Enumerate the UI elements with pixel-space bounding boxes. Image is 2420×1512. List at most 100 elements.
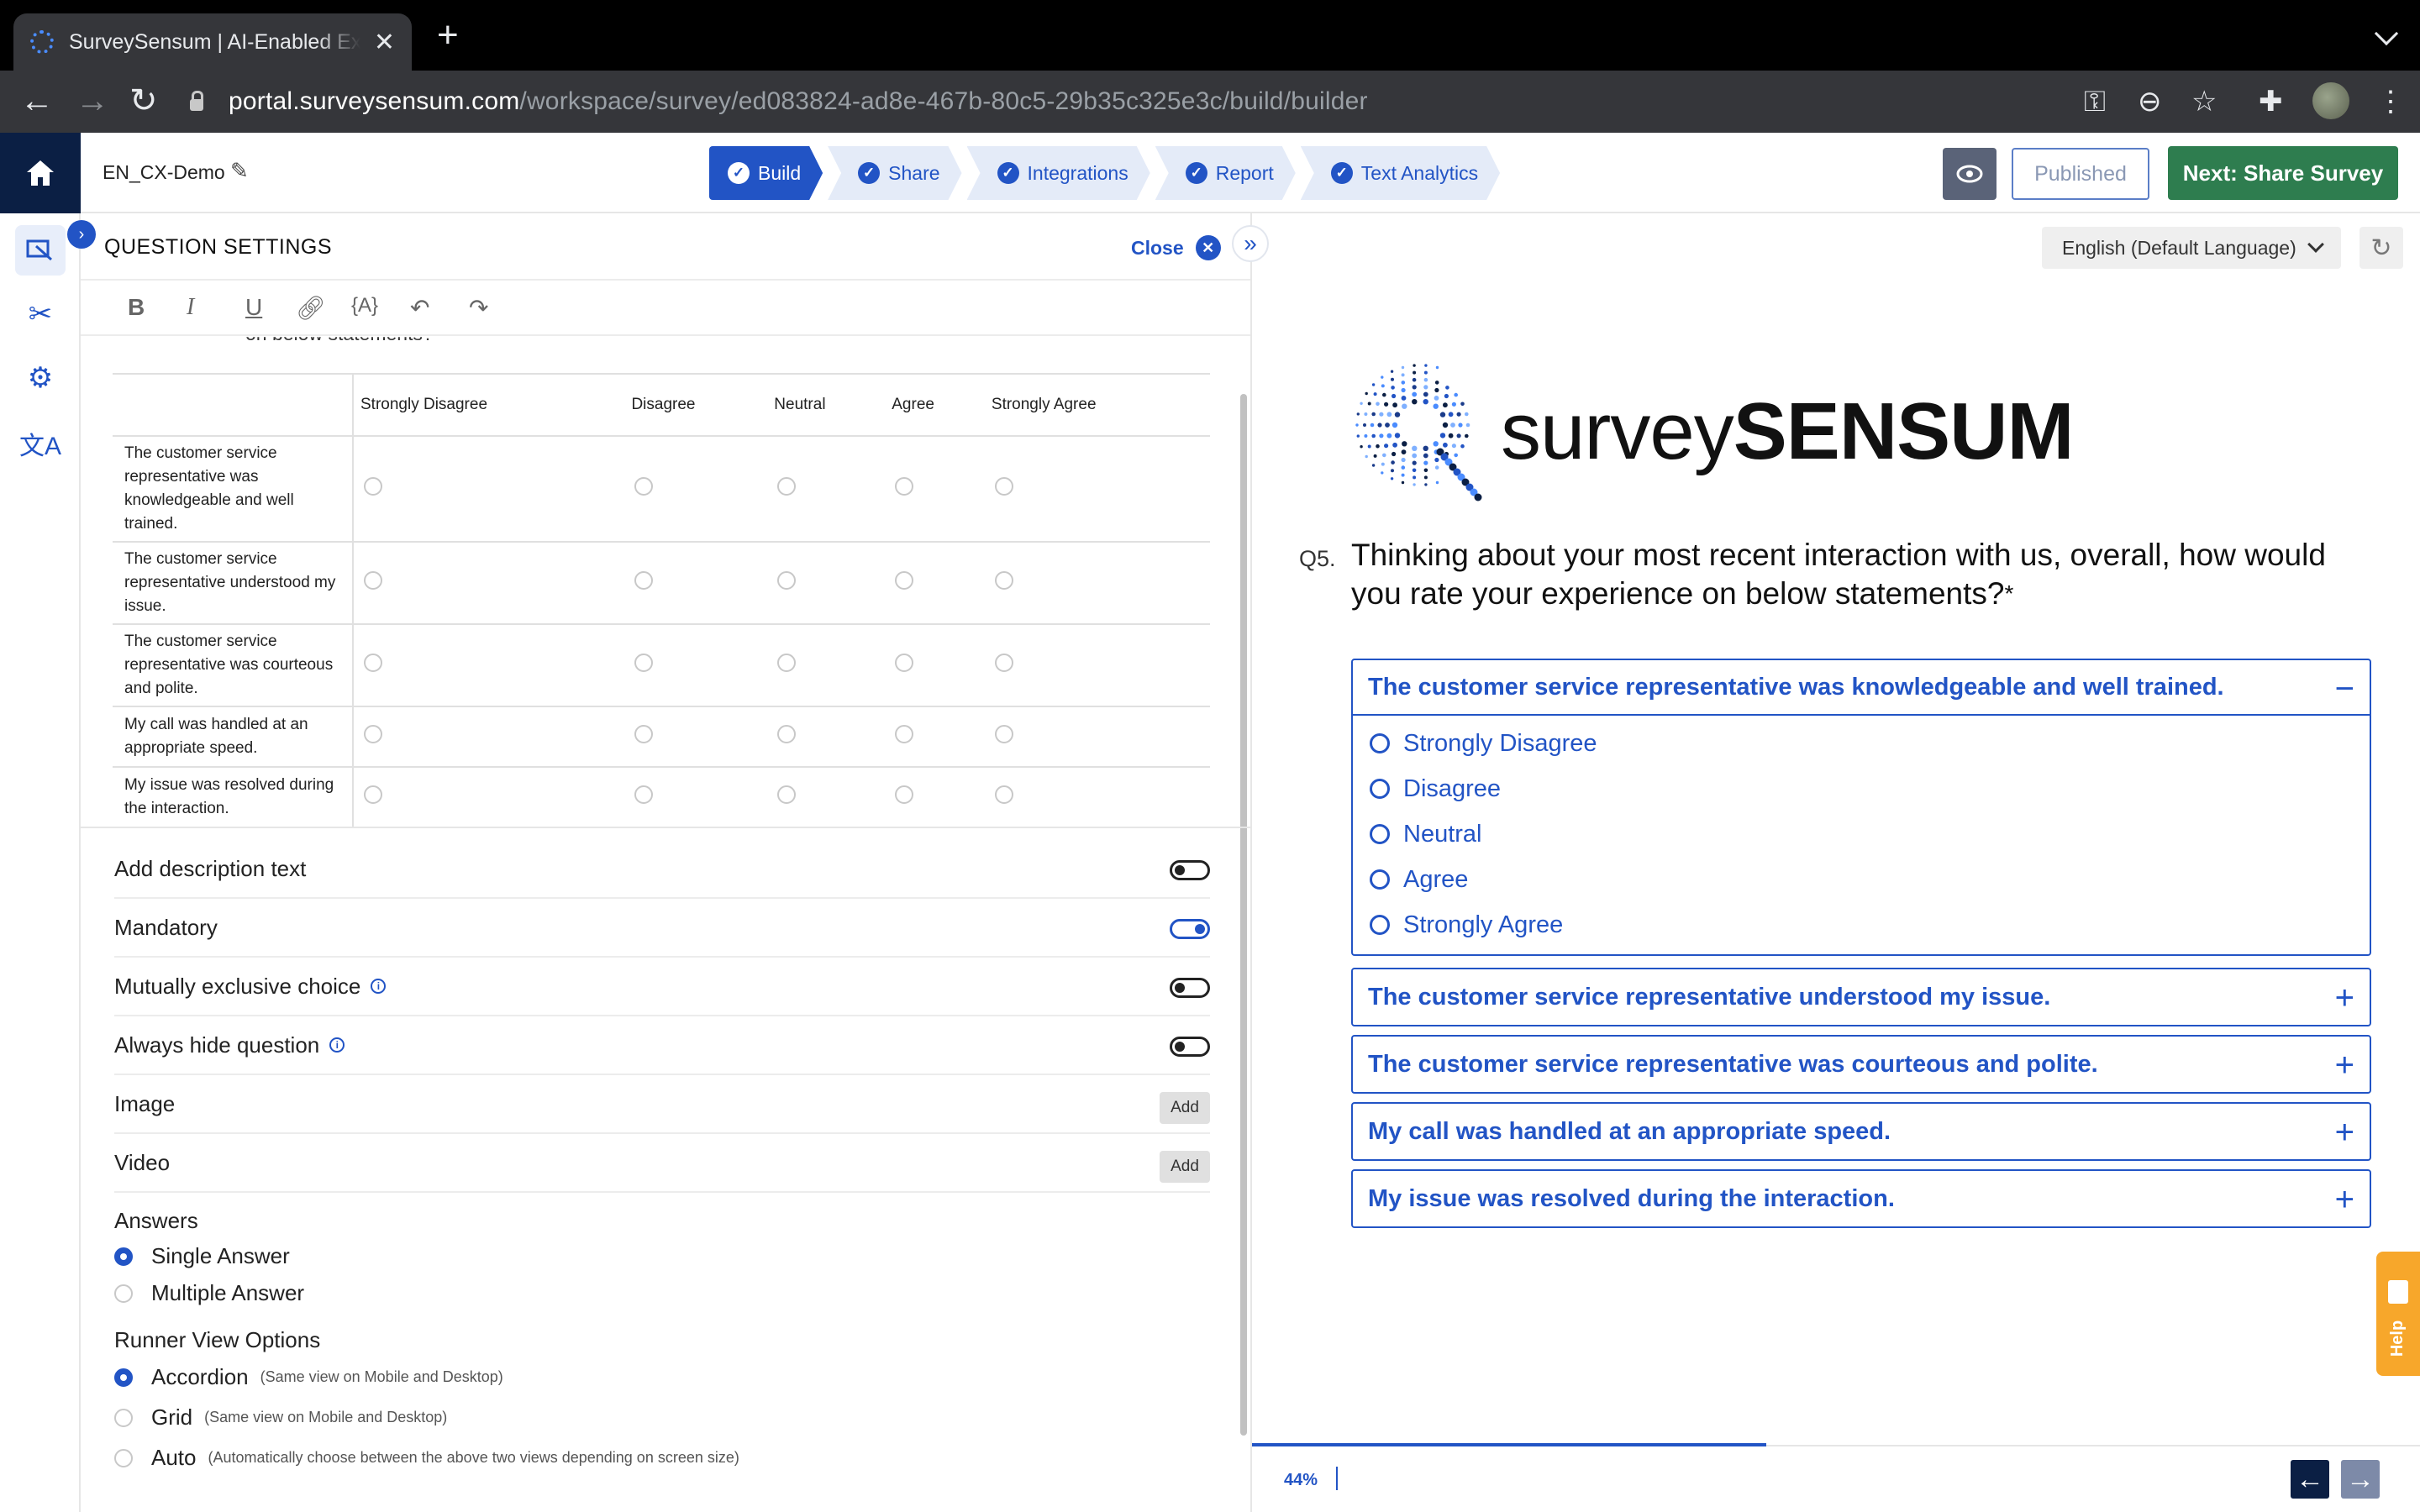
profile-avatar[interactable] [2312,82,2349,119]
matrix-radio[interactable] [364,477,382,496]
option-neutral[interactable]: Neutral [1353,811,2370,857]
variable-insert-icon[interactable]: {A} [351,294,378,318]
radio-unchecked[interactable] [114,1448,133,1467]
matrix-radio[interactable] [994,654,1013,672]
matrix-radio[interactable] [994,571,1013,590]
radio-unchecked[interactable] [114,1284,133,1303]
accordion-statement-4[interactable]: My call was handled at an appropriate sp… [1351,1102,2371,1161]
matrix-radio[interactable] [895,571,914,590]
matrix-radio[interactable] [777,654,797,672]
matrix-radio[interactable] [895,725,914,743]
matrix-radio[interactable] [895,654,914,672]
option-disagree[interactable]: Disagree [1353,766,2370,811]
option-strongly-agree[interactable]: Strongly Agree [1353,902,2370,948]
underline-icon[interactable]: U [245,294,262,321]
tab-text-analytics[interactable]: ✓ Text Analytics [1301,146,1500,200]
radio-unchecked[interactable] [1370,915,1390,935]
radio-unchecked[interactable] [1370,869,1390,890]
accordion-statement-5[interactable]: My issue was resolved during the interac… [1351,1169,2371,1228]
minus-icon[interactable]: − [2335,670,2354,708]
matrix-radio[interactable] [895,477,914,496]
radio-checked[interactable] [114,1247,133,1266]
tab-integrations[interactable]: ✓ Integrations [967,146,1150,200]
reload-icon[interactable]: ↻ [129,82,158,119]
matrix-radio[interactable] [777,725,797,743]
settings-scrollbar[interactable] [1240,394,1247,1436]
matrix-radio[interactable] [634,725,654,743]
matrix-radio[interactable] [895,785,914,804]
back-arrow-icon[interactable]: ← [20,82,54,119]
add-description-toggle[interactable] [1170,860,1210,880]
matrix-radio[interactable] [777,477,797,496]
published-button[interactable]: Published [2012,148,2149,200]
answer-single-option[interactable]: Single Answer [114,1243,290,1269]
matrix-radio[interactable] [364,571,382,590]
info-icon[interactable]: i [371,979,387,994]
radio-unchecked[interactable] [114,1408,133,1427]
radio-unchecked[interactable] [1370,733,1390,753]
info-icon[interactable]: i [329,1037,345,1053]
pencil-icon[interactable]: ✎ [230,158,249,184]
tab-close-icon[interactable]: ✕ [374,28,395,57]
accordion-header[interactable]: The customer service representative unde… [1353,969,2370,1025]
new-tab-icon[interactable]: + [437,17,459,54]
radio-unchecked[interactable] [1370,824,1390,844]
matrix-radio[interactable] [777,571,797,590]
matrix-radio[interactable] [634,477,654,496]
mandatory-toggle[interactable] [1170,919,1210,939]
zoom-icon[interactable]: ⊖ [2138,86,2162,118]
tab-search-chevron-icon[interactable] [2374,21,2399,46]
tab-report[interactable]: ✓ Report [1155,146,1296,200]
accordion-header[interactable]: The customer service representative was … [1353,660,2370,716]
matrix-radio[interactable] [994,725,1013,743]
accordion-statement-2[interactable]: The customer service representative unde… [1351,968,2371,1026]
plus-icon[interactable]: + [2335,1181,2354,1219]
option-agree[interactable]: Agree [1353,857,2370,902]
address-bar[interactable]: portal.surveysensum.com/workspace/survey… [183,79,2032,124]
italic-icon[interactable]: I [187,294,194,321]
help-widget[interactable]: Help [2376,1252,2420,1376]
matrix-radio[interactable] [364,654,382,672]
undo-icon[interactable]: ↶ [410,294,429,322]
previous-question-button[interactable]: ← [2291,1460,2329,1499]
runner-grid-option[interactable]: Grid (Same view on Mobile and Desktop) [114,1404,447,1431]
matrix-radio[interactable] [364,725,382,743]
gear-icon[interactable]: ⚙ [15,353,66,403]
link-icon[interactable]: 🔗︎ [296,294,326,322]
always-hide-toggle[interactable] [1170,1037,1210,1057]
answer-multiple-option[interactable]: Multiple Answer [114,1280,304,1306]
accordion-statement-3[interactable]: The customer service representative was … [1351,1035,2371,1094]
bookmark-star-icon[interactable]: ☆ [2191,86,2217,118]
preview-button[interactable] [1943,148,1996,200]
runner-accordion-option[interactable]: Accordion (Same view on Mobile and Deskto… [114,1364,503,1390]
add-image-button[interactable]: Add [1160,1092,1210,1124]
browser-tab[interactable]: SurveySensum | AI-Enabled Experience Man… [13,13,412,71]
close-button[interactable]: Close ✕ [1131,235,1221,260]
matrix-radio[interactable] [994,477,1013,496]
matrix-radio[interactable] [994,785,1013,804]
runner-auto-option[interactable]: Auto (Automatically choose between the ab… [114,1445,739,1471]
expand-rail-chevron-icon[interactable]: › [67,220,96,249]
radio-unchecked[interactable] [1370,779,1390,799]
forward-arrow-icon[interactable]: → [76,82,109,119]
add-video-button[interactable]: Add [1160,1151,1210,1183]
tab-share[interactable]: ✓ Share [828,146,961,200]
next-share-survey-button[interactable]: Next: Share Survey [2168,146,2398,200]
matrix-radio[interactable] [777,785,797,804]
refresh-icon[interactable]: ↻ [2360,227,2403,269]
key-icon[interactable]: ⚿ [2084,86,2106,118]
builder-icon[interactable] [15,225,66,276]
tab-build[interactable]: ✓ Build [709,146,823,200]
redo-icon[interactable]: ↷ [469,294,488,322]
language-select[interactable]: English (Default Language) [2042,227,2341,269]
collapse-panel-icon[interactable]: » [1232,225,1269,262]
translate-icon[interactable]: 文A [15,418,66,469]
extensions-puzzle-icon[interactable]: ✚ [2259,86,2283,118]
home-button[interactable] [0,133,81,213]
accordion-header[interactable]: My issue was resolved during the interac… [1353,1171,2370,1226]
plus-icon[interactable]: + [2335,979,2354,1017]
matrix-radio[interactable] [364,785,382,804]
matrix-radio[interactable] [634,654,654,672]
plus-icon[interactable]: + [2335,1047,2354,1084]
plus-icon[interactable]: + [2335,1114,2354,1152]
